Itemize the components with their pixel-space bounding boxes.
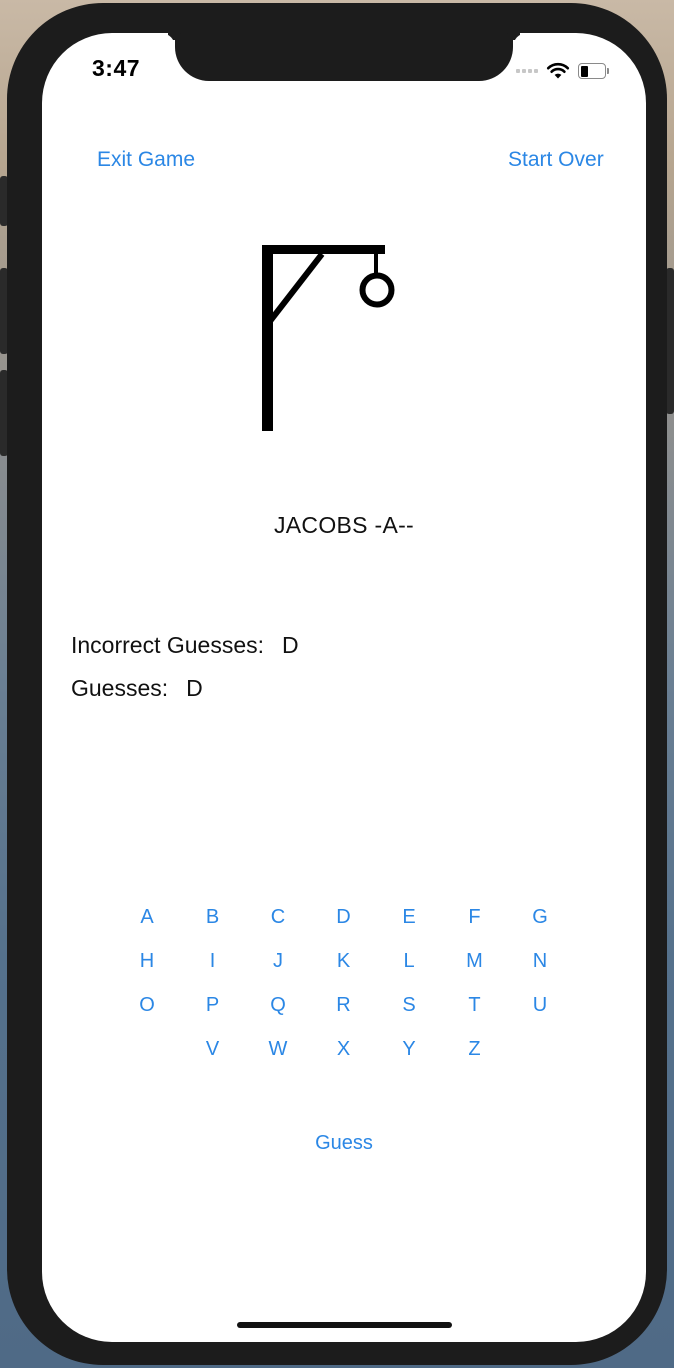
incorrect-guesses-value: D: [282, 632, 299, 658]
letter-key[interactable]: B: [193, 905, 233, 929]
letter-key[interactable]: K: [324, 949, 364, 973]
letter-row: O P Q R S T U: [114, 993, 572, 1037]
guess-button-row: Guess: [42, 1132, 646, 1155]
letter-key[interactable]: S: [389, 993, 429, 1017]
letter-key[interactable]: X: [324, 1037, 364, 1061]
status-time: 3:47: [92, 55, 141, 81]
letter-key[interactable]: G: [520, 905, 560, 929]
status-indicators: [516, 59, 609, 83]
home-indicator[interactable]: [237, 1322, 452, 1328]
letter-key[interactable]: T: [455, 993, 495, 1017]
phone-frame: 3:47 Exit Game Start Over JACOBS -A-- In…: [7, 3, 667, 1365]
start-over-button[interactable]: Start Over: [508, 148, 604, 172]
letter-key[interactable]: F: [455, 905, 495, 929]
battery-icon: [578, 63, 609, 79]
letter-key[interactable]: H: [127, 949, 167, 973]
app-screen: 3:47 Exit Game Start Over JACOBS -A-- In…: [42, 33, 646, 1342]
power-button: [666, 268, 674, 414]
letter-key[interactable]: A: [127, 905, 167, 929]
letter-key[interactable]: E: [389, 905, 429, 929]
letter-row: A B C D E F G: [114, 905, 572, 949]
letter-key[interactable]: V: [193, 1037, 233, 1061]
letter-key[interactable]: Y: [389, 1037, 429, 1061]
letter-key[interactable]: M: [455, 949, 495, 973]
letter-key[interactable]: D: [324, 905, 364, 929]
letter-key[interactable]: R: [324, 993, 364, 1017]
incorrect-guesses-label: Incorrect Guesses:: [71, 632, 265, 658]
hangman-gallows: [262, 245, 395, 431]
letter-key[interactable]: U: [520, 993, 560, 1017]
letter-row: H I J K L M N: [114, 949, 572, 993]
letter-key[interactable]: Z: [455, 1037, 495, 1061]
letter-key[interactable]: W: [258, 1037, 298, 1061]
letter-keyboard: A B C D E F G H I J K L M N O P Q R S T …: [114, 905, 572, 1081]
letter-key[interactable]: J: [258, 949, 298, 973]
letter-key[interactable]: I: [193, 949, 233, 973]
letter-key[interactable]: Q: [258, 993, 298, 1017]
guesses-label: Guesses:: [71, 675, 169, 701]
letter-key[interactable]: P: [193, 993, 233, 1017]
letter-key[interactable]: O: [127, 993, 167, 1017]
incorrect-guesses-row: Incorrect Guesses: D: [71, 632, 299, 659]
letter-row: V W X Y Z: [114, 1037, 572, 1081]
exit-game-button[interactable]: Exit Game: [97, 148, 195, 172]
guesses-value: D: [186, 675, 203, 701]
cellular-signal-icon: [516, 69, 538, 73]
wifi-icon: [546, 62, 570, 79]
letter-key[interactable]: N: [520, 949, 560, 973]
guesses-row: Guesses: D: [71, 675, 203, 702]
word-display: JACOBS -A--: [273, 512, 415, 538]
letter-key[interactable]: L: [389, 949, 429, 973]
device-notch: [175, 33, 513, 81]
guess-button[interactable]: Guess: [315, 1132, 373, 1154]
letter-key[interactable]: C: [258, 905, 298, 929]
